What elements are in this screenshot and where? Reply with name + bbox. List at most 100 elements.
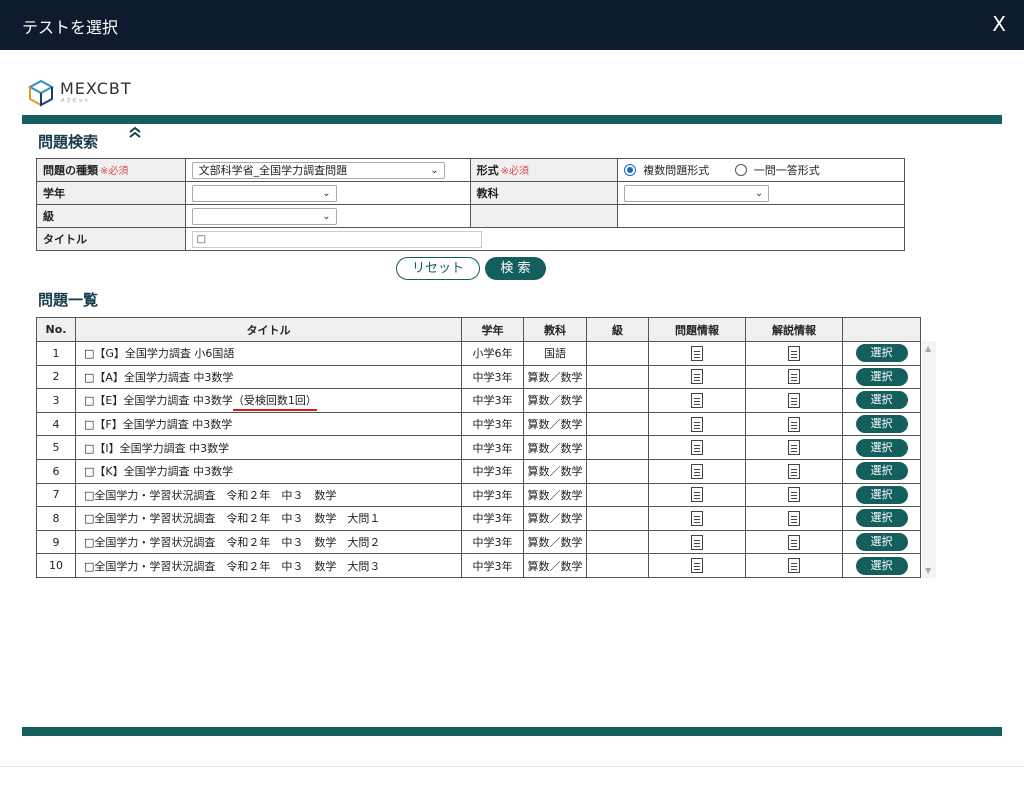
grade-select[interactable]: ⌄	[191, 184, 337, 202]
document-icon[interactable]	[691, 487, 703, 503]
document-icon[interactable]	[691, 369, 703, 385]
col-header-subject: 教科	[523, 317, 587, 342]
row-question-info	[648, 411, 746, 437]
document-icon[interactable]	[788, 369, 800, 385]
row-title: □【A】全国学力調査 中3数学	[84, 370, 234, 384]
row-subject: 算数／数学	[523, 388, 587, 413]
row-explanation-info	[745, 388, 843, 413]
select-button[interactable]: 選択	[855, 391, 908, 410]
col-header-action	[842, 317, 921, 342]
format-radio-single[interactable]: 一問一答形式	[734, 162, 820, 178]
row-grade: 中学3年	[461, 364, 524, 390]
row-grade: 小学6年	[461, 341, 524, 366]
document-icon[interactable]	[691, 345, 703, 361]
row-action: 選択	[842, 411, 921, 437]
level-select-cell: ⌄	[184, 204, 471, 228]
format-radio-multiple[interactable]: 複数問題形式	[624, 162, 709, 178]
title-input[interactable]: □	[191, 230, 482, 248]
row-explanation-info	[745, 411, 843, 437]
empty-label-cell	[469, 204, 619, 228]
col-header-no: No.	[36, 317, 76, 342]
table-row: 5 □【I】全国学力調査 中3数学 中学3年 算数／数学 選択	[36, 435, 921, 460]
row-title-cell: □全国学力・学習状況調査 令和２年 中３ 数学 大問１	[75, 506, 462, 531]
search-button[interactable]: 検 索	[485, 257, 546, 280]
row-grade: 中学3年	[461, 411, 524, 437]
document-icon[interactable]	[691, 392, 703, 408]
reset-button[interactable]: リセット	[396, 257, 480, 280]
row-title-cell: □【E】全国学力調査 中3数学（受検回数1回）	[75, 388, 462, 413]
row-level	[586, 411, 649, 437]
level-label-cell: 級	[36, 204, 186, 228]
row-explanation-info	[745, 458, 843, 484]
scroll-up-icon[interactable]: ▲	[925, 344, 931, 353]
document-icon[interactable]	[788, 416, 800, 432]
col-header-title: タイトル	[75, 317, 462, 342]
row-level	[586, 435, 649, 460]
row-level	[586, 482, 649, 508]
table-row: 9 □全国学力・学習状況調査 令和２年 中３ 数学 大問２ 中学3年 算数／数学 選択	[36, 529, 921, 555]
divider-top	[22, 115, 1002, 124]
list-scrollbar[interactable]: ▲ ▼	[922, 341, 936, 578]
format-option-label: 複数問題形式	[643, 163, 710, 177]
row-action: 選択	[842, 388, 921, 413]
select-button[interactable]: 選択	[855, 344, 908, 363]
document-icon[interactable]	[691, 463, 703, 479]
search-heading: 問題検索	[38, 133, 99, 151]
row-action: 選択	[842, 458, 921, 484]
select-button[interactable]: 選択	[855, 438, 908, 457]
row-title-cell: □【F】全国学力調査 中3数学	[75, 411, 462, 437]
logo-subtitle: メクビット	[60, 98, 91, 104]
question-list-table: No. タイトル 学年 教科 級 問題情報 解説情報 1 □【G】全国学力調査 小…	[36, 317, 921, 578]
select-button[interactable]: 選択	[855, 462, 908, 481]
document-icon[interactable]	[788, 392, 800, 408]
row-title: □全国学力・学習状況調査 令和２年 中３ 数学 大問２	[84, 536, 381, 550]
logo-brand: MEXCBT	[60, 79, 132, 98]
row-level	[586, 364, 649, 390]
subject-select[interactable]: ⌄	[624, 184, 770, 202]
row-title-note: （受検回数1回）	[232, 394, 317, 412]
document-icon[interactable]	[691, 558, 703, 574]
row-level	[586, 506, 649, 531]
select-button[interactable]: 選択	[855, 485, 908, 504]
row-title-cell: □【A】全国学力調査 中3数学	[75, 364, 462, 390]
document-icon[interactable]	[691, 534, 703, 550]
title-label: タイトル	[43, 233, 87, 246]
document-icon[interactable]	[788, 510, 800, 526]
scroll-down-icon[interactable]: ▼	[925, 566, 931, 575]
row-grade: 中学3年	[461, 506, 524, 531]
radio-unselected-icon	[734, 163, 747, 176]
level-select[interactable]: ⌄	[191, 207, 337, 225]
document-icon[interactable]	[691, 510, 703, 526]
select-button[interactable]: 選択	[855, 533, 908, 552]
table-row: 1 □【G】全国学力調査 小6国語 小学6年 国語 選択	[36, 341, 921, 366]
row-question-info	[648, 482, 746, 508]
row-action: 選択	[842, 435, 921, 460]
document-icon[interactable]	[691, 416, 703, 432]
document-icon[interactable]	[788, 487, 800, 503]
select-button[interactable]: 選択	[855, 556, 908, 575]
col-header-level: 級	[586, 317, 649, 342]
row-no: 10	[36, 553, 76, 578]
select-button[interactable]: 選択	[855, 509, 908, 528]
row-no: 7	[36, 482, 76, 508]
select-button[interactable]: 選択	[855, 415, 908, 434]
title-input-cell: □	[184, 227, 906, 251]
grade-label: 学年	[43, 187, 65, 200]
row-no: 2	[36, 364, 76, 390]
document-icon[interactable]	[788, 558, 800, 574]
row-title: □全国学力・学習状況調査 令和２年 中３ 数学 大問１	[84, 512, 381, 526]
select-button[interactable]: 選択	[855, 367, 908, 386]
chevron-up-icon[interactable]	[128, 126, 142, 142]
document-icon[interactable]	[691, 440, 703, 456]
radio-selected-icon	[624, 163, 637, 176]
question-type-select[interactable]: 文部科学省_全国学力調査問題 ⌄	[191, 161, 445, 179]
row-explanation-info	[745, 506, 843, 531]
document-icon[interactable]	[788, 440, 800, 456]
row-grade: 中学3年	[461, 529, 524, 555]
document-icon[interactable]	[788, 345, 800, 361]
required-mark: ※必須	[500, 166, 529, 177]
document-icon[interactable]	[788, 534, 800, 550]
row-explanation-info	[745, 529, 843, 555]
close-icon[interactable]: X	[992, 12, 1006, 36]
document-icon[interactable]	[788, 463, 800, 479]
